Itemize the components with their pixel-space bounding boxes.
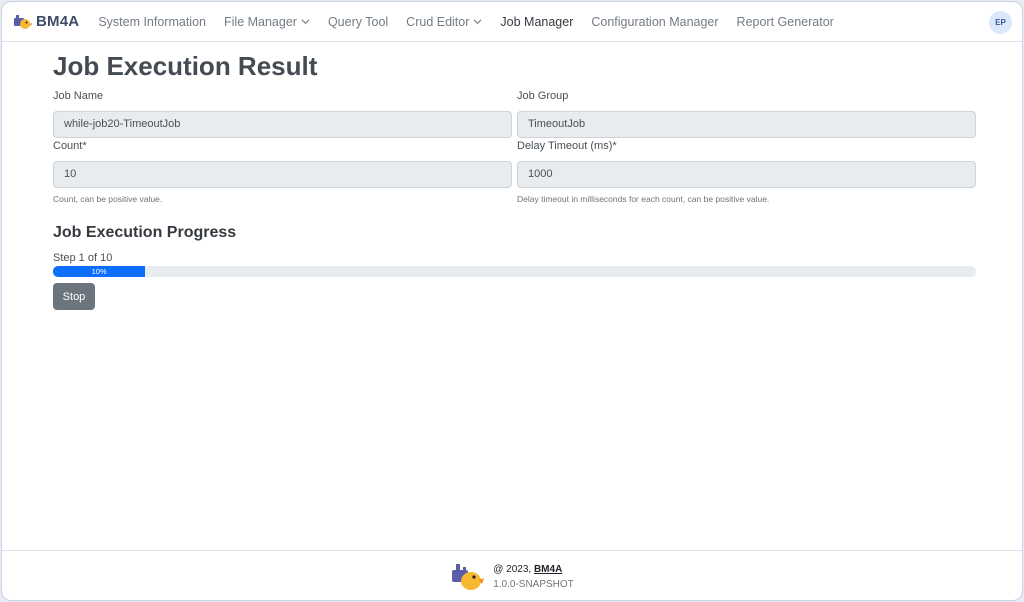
progress-section-title: Job Execution Progress	[53, 224, 237, 241]
chevron-down-icon	[473, 19, 482, 25]
delay-timeout-label: Delay Timeout (ms)*	[517, 140, 617, 152]
footer: @ 2023, BM4A 1.0.0-SNAPSHOT	[2, 550, 1022, 600]
job-name-group: Job Name while-job20-TimeoutJob	[53, 89, 512, 138]
nav-item-label: Configuration Manager	[591, 14, 719, 29]
nav-item-label: Report Generator	[736, 14, 834, 29]
stop-button[interactable]: Stop	[53, 283, 95, 310]
job-group-field[interactable]: TimeoutJob	[517, 111, 976, 138]
chevron-down-icon	[301, 19, 310, 25]
count-field[interactable]: 10	[53, 161, 512, 188]
nav-item-crud-editor[interactable]: Crud Editor	[406, 15, 482, 29]
nav-item-label: File Manager	[224, 14, 297, 29]
progress-track: 10%	[53, 266, 976, 277]
top-navbar: BM4A System Information File Manager Que…	[2, 2, 1022, 42]
job-name-field[interactable]: while-job20-TimeoutJob	[53, 111, 512, 138]
footer-copyright: @ 2023, BM4A	[493, 562, 574, 577]
job-group-group: Job Group TimeoutJob	[517, 89, 976, 138]
nav-item-label: System Information	[98, 14, 206, 29]
nav-item-label: Crud Editor	[406, 14, 470, 29]
nav-item-job-manager[interactable]: Job Manager	[500, 15, 573, 29]
copyright-prefix: @ 2023,	[493, 563, 532, 575]
job-name-label: Job Name	[53, 90, 104, 102]
nav-item-configuration-manager[interactable]: Configuration Manager	[591, 15, 718, 29]
count-label: Count*	[53, 140, 87, 152]
nav-item-file-manager[interactable]: File Manager	[224, 15, 310, 29]
footer-text: @ 2023, BM4A 1.0.0-SNAPSHOT	[493, 562, 574, 592]
count-group: Count* 10 Count, can be positive value.	[53, 139, 512, 205]
delay-timeout-field[interactable]: 1000	[517, 161, 976, 188]
user-avatar[interactable]: EP	[989, 11, 1012, 34]
job-group-label: Job Group	[517, 90, 569, 102]
brand[interactable]: BM4A	[12, 12, 79, 32]
page-title: Job Execution Result	[53, 51, 318, 81]
brand-name: BM4A	[36, 13, 80, 30]
footer-version: 1.0.0-SNAPSHOT	[493, 578, 574, 590]
nav-item-label: Job Manager	[500, 14, 574, 29]
nav-item-label: Query Tool	[327, 14, 389, 29]
delay-timeout-group: Delay Timeout (ms)* 1000 Delay timeout i…	[517, 139, 976, 205]
progress-step-text: Step 1 of 10	[53, 252, 113, 264]
footer-brand-link[interactable]: BM4A	[534, 564, 562, 575]
bm4a-logo-icon	[14, 14, 32, 29]
main-content: Job Execution Result Job Name while-job2…	[53, 50, 976, 310]
delay-timeout-help-text: Delay timeout in milliseconds for each c…	[517, 194, 770, 204]
count-help-text: Count, can be positive value.	[53, 194, 163, 204]
nav-item-report-generator[interactable]: Report Generator	[737, 15, 834, 29]
nav-item-system-information[interactable]: System Information	[98, 15, 206, 29]
bm4a-logo-icon	[452, 563, 485, 590]
nav-menu: System Information File Manager Query To…	[89, 15, 843, 29]
progress-label: 10%	[91, 267, 107, 276]
nav-item-query-tool[interactable]: Query Tool	[328, 15, 388, 29]
app-window: BM4A System Information File Manager Que…	[1, 1, 1023, 601]
progress-bar: 10%	[53, 266, 146, 277]
